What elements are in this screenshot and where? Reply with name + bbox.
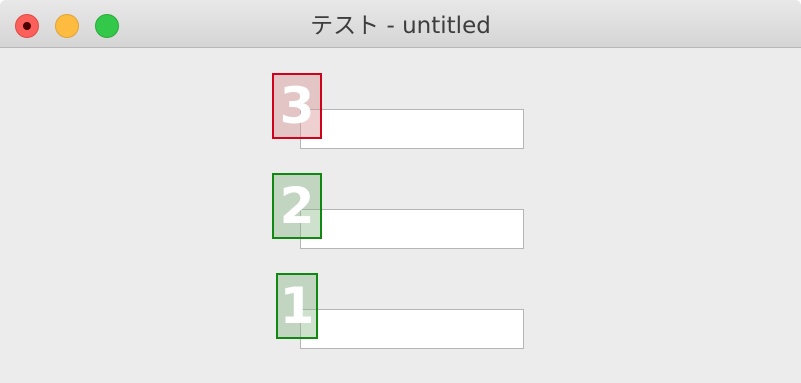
text-field-2[interactable] [300, 209, 524, 249]
field-marker-label: 2 [279, 177, 315, 235]
field-marker-label: 3 [279, 77, 315, 135]
title-bar[interactable]: テスト - untitled [0, 0, 801, 48]
field-marker-label: 1 [279, 277, 315, 335]
field-marker-2: 2 [272, 173, 322, 239]
app-window: テスト - untitled 3 2 1 [0, 0, 801, 383]
window-title: テスト - untitled [310, 13, 491, 39]
field-marker-3: 3 [272, 73, 322, 139]
text-field-1[interactable] [300, 309, 524, 349]
field-marker-1: 1 [276, 273, 318, 339]
text-field-3[interactable] [300, 109, 524, 149]
